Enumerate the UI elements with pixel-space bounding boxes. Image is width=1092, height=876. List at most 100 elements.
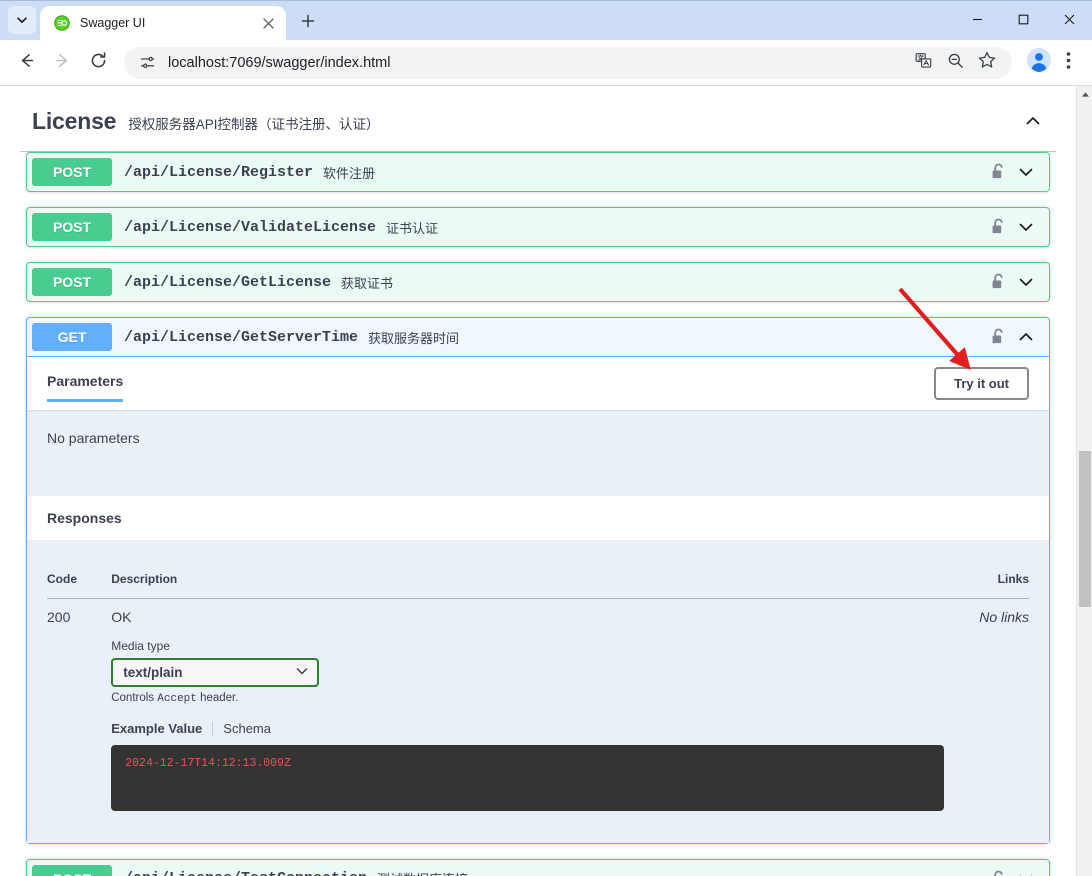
close-icon [1064, 12, 1075, 30]
zoom-out-button[interactable] [940, 48, 970, 78]
scroll-up-arrow-icon[interactable] [1077, 86, 1092, 102]
accept-note-mono: Accept [157, 693, 197, 705]
operation-post-validatelicense[interactable]: POST /api/License/ValidateLicense 证书认证 [26, 207, 1050, 247]
column-header-description: Description [111, 560, 945, 599]
bookmark-button[interactable] [972, 48, 1002, 78]
unlocked-padlock-icon[interactable] [990, 869, 1006, 876]
unlocked-padlock-icon[interactable] [990, 272, 1006, 292]
vertical-scroll-thumb[interactable] [1079, 451, 1091, 607]
operation-post-getlicense[interactable]: POST /api/License/GetLicense 获取证书 [26, 262, 1050, 302]
vertical-scrollbar[interactable] [1076, 86, 1092, 876]
swagger-ui-page: License 授权服务器API控制器（证书注册、认证） POST /api/L… [0, 86, 1076, 876]
operation-summary-text: 测试数据库连接 [377, 869, 990, 876]
tab-parameters[interactable]: Parameters [47, 365, 124, 402]
translate-button[interactable] [908, 48, 938, 78]
tab-example-value[interactable]: Example Value [111, 721, 212, 736]
address-bar[interactable]: localhost:7069/swagger/index.html [124, 46, 1012, 79]
responses-table: Code Description Links 200 OK Media type… [47, 560, 1029, 823]
response-description: OK [111, 609, 132, 625]
response-links: No links [979, 609, 1029, 625]
operation-path: /api/License/TestConnection [112, 870, 377, 876]
tab-schema[interactable]: Schema [223, 721, 281, 736]
toolbar-right-cluster [1020, 47, 1082, 79]
chevron-down-icon[interactable] [1016, 869, 1036, 876]
plus-icon [301, 14, 315, 33]
account-avatar-icon [1026, 47, 1052, 78]
tune-settings-icon[interactable] [136, 52, 158, 74]
try-it-out-button[interactable]: Try it out [934, 367, 1029, 400]
page-title: License [32, 108, 117, 134]
translate-icon [915, 52, 932, 74]
media-type-label: Media type [111, 639, 170, 653]
operation-path: /api/License/Register [124, 163, 314, 181]
reload-icon [89, 51, 108, 75]
parameters-section-header: Parameters Try it out [27, 357, 1049, 410]
window-controls [954, 1, 1092, 41]
chevron-down-icon [16, 14, 28, 26]
unlocked-padlock-icon[interactable] [990, 327, 1006, 347]
example-value-code-block[interactable]: 2024-12-17T14:12:13.009Z [111, 745, 945, 811]
arrow-right-icon [53, 51, 72, 75]
window-minimize-button[interactable] [954, 1, 1000, 41]
reload-button[interactable] [82, 47, 114, 79]
response-code: 200 [47, 609, 71, 625]
tab-title: Swagger UI [80, 16, 146, 30]
api-tag-license[interactable]: License 授权服务器API控制器（证书注册、认证） [20, 86, 1056, 152]
browser-tab-swagger-ui[interactable]: Swagger UI [40, 6, 286, 40]
swagger-logo-icon [54, 15, 70, 31]
media-type-select[interactable]: text/plain [111, 658, 320, 687]
no-parameters-message: No parameters [27, 410, 1049, 496]
operation-summary[interactable]: POST /api/License/Register 软件注册 [27, 153, 1049, 191]
operation-post-register[interactable]: POST /api/License/Register 软件注册 [26, 152, 1050, 192]
tab-search-button[interactable] [8, 6, 36, 34]
browser-menu-button[interactable] [1054, 47, 1082, 79]
browser-window: Swagger UI localhost:7069/swagger/index.… [0, 0, 1092, 876]
chevron-down-icon[interactable] [1016, 272, 1036, 292]
operation-summary[interactable]: POST /api/License/GetLicense 获取证书 [27, 263, 1049, 301]
tab-divider [212, 721, 214, 736]
http-method-badge: POST [32, 864, 112, 876]
arrow-left-icon [17, 51, 36, 75]
unlocked-padlock-icon[interactable] [990, 162, 1006, 182]
table-header-row: Code Description Links [47, 560, 1029, 599]
chevron-up-icon[interactable] [1016, 327, 1036, 347]
api-tag-description: 授权服务器API控制器（证书注册、认证） [128, 117, 380, 132]
operation-summary[interactable]: GET /api/License/GetServerTime 获取服务器时间 [27, 318, 1049, 357]
back-button[interactable] [10, 47, 42, 79]
http-method-badge: POST [32, 158, 112, 186]
responses-section-title: Responses [27, 496, 1049, 540]
chevron-down-icon[interactable] [1016, 162, 1036, 182]
accept-header-note: Controls Accept header. [111, 692, 944, 705]
star-icon [978, 51, 996, 74]
http-method-badge: POST [32, 268, 112, 296]
maximize-icon [1018, 12, 1029, 30]
window-maximize-button[interactable] [1000, 1, 1046, 41]
window-close-button[interactable] [1046, 1, 1092, 41]
operation-controls [990, 272, 1044, 292]
operation-summary-text: 证书认证 [386, 220, 439, 236]
operation-get-getservertime[interactable]: GET /api/License/GetServerTime 获取服务器时间 P… [26, 317, 1050, 844]
three-dot-menu-icon [1066, 51, 1071, 75]
operation-controls [990, 327, 1044, 347]
accept-note-suffix: header. [196, 692, 239, 704]
tab-close-icon[interactable] [258, 13, 278, 33]
operation-path: /api/License/ValidateLicense [124, 218, 377, 236]
chevron-down-icon[interactable] [1016, 217, 1036, 237]
operation-body: Parameters Try it out No parameters Resp… [27, 357, 1049, 843]
operation-summary[interactable]: POST /api/License/TestConnection 测试数据库连接 [27, 860, 1049, 876]
operation-controls [990, 217, 1044, 237]
operation-post-testconnection[interactable]: POST /api/License/TestConnection 测试数据库连接 [26, 858, 1050, 876]
unlocked-padlock-icon[interactable] [990, 217, 1006, 237]
example-schema-tabs: Example Value Schema [111, 721, 944, 736]
operation-path: /api/License/GetLicense [124, 273, 332, 291]
operation-summary[interactable]: POST /api/License/ValidateLicense 证书认证 [27, 208, 1049, 246]
browser-titlebar: Swagger UI [0, 0, 1092, 40]
browser-toolbar: localhost:7069/swagger/index.html [0, 40, 1092, 85]
chevron-up-icon[interactable] [1022, 110, 1044, 132]
profile-button[interactable] [1024, 48, 1054, 78]
new-tab-button[interactable] [294, 9, 322, 37]
chevron-down-icon [295, 664, 309, 681]
operation-controls [990, 869, 1044, 876]
swagger-content: License 授权服务器API控制器（证书注册、认证） POST /api/L… [0, 86, 1076, 876]
forward-button[interactable] [46, 47, 78, 79]
